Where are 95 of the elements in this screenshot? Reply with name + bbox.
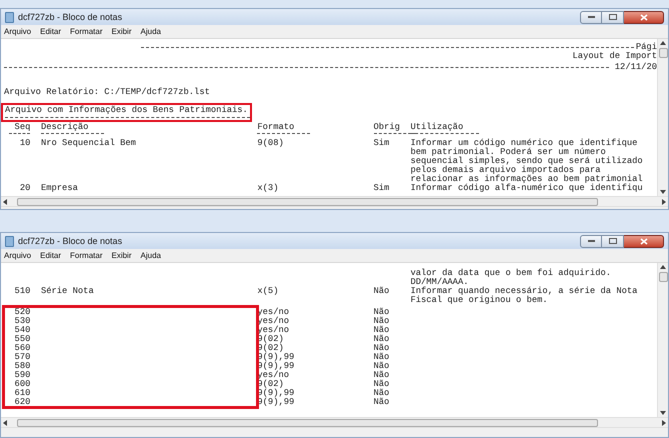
seq-cell: 510 <box>14 286 30 296</box>
close-button[interactable] <box>624 234 664 248</box>
seq-cell: 530 <box>14 316 30 326</box>
right-arrow-icon[interactable] <box>662 198 666 204</box>
maximize-button[interactable] <box>602 10 624 24</box>
required-cell: Não <box>374 286 390 296</box>
description-header: Descrição <box>40 123 104 134</box>
usage-text: Fiscal que originou o bem. <box>410 296 549 305</box>
notepad-icon <box>5 12 14 22</box>
format-cell: yes/no <box>257 307 290 317</box>
seq-cell: 570 <box>14 352 30 362</box>
close-icon[interactable] <box>640 238 648 244</box>
seq-cell: 560 <box>14 343 30 353</box>
description-cell: Nro Sequencial Bem <box>40 138 136 148</box>
window-title: dcf727zb - Bloco de notas <box>18 12 122 22</box>
menu-item[interactable]: Exibir <box>111 252 132 260</box>
usage-text: DD/MM/AAAA. <box>410 278 469 287</box>
menu-item[interactable]: Formatar <box>70 252 102 260</box>
notepad-icon <box>5 236 14 246</box>
report-title: Layout de Import <box>572 52 657 62</box>
usage-header: Utilização <box>410 123 480 134</box>
format-cell: 9(9),99 <box>257 388 294 398</box>
menu-item[interactable]: Ajuda <box>140 28 161 36</box>
format-cell: 9(9),99 <box>257 361 294 371</box>
menu-item[interactable]: Arquivo <box>4 28 32 36</box>
menu-item[interactable]: Editar <box>40 252 62 260</box>
menu-item[interactable]: Formatar <box>70 28 102 36</box>
required-cell: Não <box>374 316 390 326</box>
seq-cell: 620 <box>14 397 30 407</box>
vertical-scrollbar[interactable] <box>657 263 668 417</box>
seq-cell: 550 <box>14 334 30 344</box>
menu-item[interactable]: Exibir <box>111 28 132 36</box>
seq-cell: 540 <box>14 325 30 335</box>
close-button[interactable] <box>624 10 664 24</box>
menu-item[interactable]: Editar <box>40 28 62 36</box>
required-cell: Não <box>374 334 390 344</box>
close-icon[interactable] <box>640 14 648 20</box>
required-cell: Sim <box>374 138 390 148</box>
required-cell: Não <box>374 388 390 398</box>
report-file-path: Arquivo Relatório: C:/TEMP/dcf727zb.lst <box>4 88 210 98</box>
required-cell: Não <box>374 343 390 353</box>
usage-text: pelos demais arquivo importados para <box>410 166 600 175</box>
horizontal-scrollbar[interactable] <box>1 196 668 207</box>
description-cell: Série Nota <box>40 286 94 296</box>
left-arrow-icon[interactable] <box>3 198 7 204</box>
seq-cell: 610 <box>14 388 30 398</box>
seq-cell: 600 <box>14 379 30 389</box>
note-text: Arquivo com Informações dos Bens Patrimoniais. <box>5 105 249 115</box>
format-cell: 9(08) <box>257 138 284 148</box>
menu-item[interactable]: Arquivo <box>4 252 32 260</box>
usage-text: valor da data que o bem foi adquirido. <box>410 269 612 278</box>
report-date: 12/11/20 <box>614 63 657 72</box>
required-cell: Não <box>374 370 390 380</box>
description-cell: Empresa <box>40 183 78 193</box>
minimize-button[interactable] <box>580 234 602 248</box>
required-cell: Não <box>374 352 390 362</box>
format-cell: x(5) <box>257 286 278 296</box>
menu-item[interactable]: Ajuda <box>140 252 161 260</box>
usage-text: relacionar as informações ao bem patrimonial <box>410 175 644 184</box>
seq-cell: 580 <box>14 361 30 371</box>
left-arrow-icon[interactable] <box>3 420 7 426</box>
required-cell: Não <box>374 361 390 371</box>
right-arrow-icon[interactable] <box>662 420 666 426</box>
format-cell: yes/no <box>257 370 290 380</box>
seq-cell: 20 <box>20 183 30 193</box>
horizontal-scrollbar[interactable] <box>1 417 668 428</box>
required-cell: Sim <box>374 183 390 193</box>
scroll-thumb[interactable] <box>17 198 598 206</box>
required-cell: Não <box>374 379 390 389</box>
seq-header: Seq <box>9 123 30 134</box>
format-cell: x(3) <box>257 183 278 193</box>
scroll-thumb[interactable] <box>658 48 668 58</box>
format-cell: yes/no <box>257 316 290 326</box>
format-cell: 9(9),99 <box>257 352 294 362</box>
required-cell: Não <box>374 397 390 407</box>
usage-text: Informar um código numérico que identifique <box>410 139 638 148</box>
scroll-thumb[interactable] <box>658 272 668 282</box>
maximize-button[interactable] <box>602 234 624 248</box>
format-header: Formato <box>257 123 310 134</box>
scroll-thumb[interactable] <box>17 418 598 426</box>
minimize-button[interactable] <box>580 10 602 24</box>
required-cell: Não <box>374 325 390 335</box>
usage-text: sequencial simples, sendo que será utilizado <box>410 157 644 166</box>
usage-text: bem patrimonial. Poderá ser um número <box>410 148 606 157</box>
vertical-scrollbar[interactable] <box>657 39 668 196</box>
seq-cell: 590 <box>14 370 30 380</box>
window-title: dcf727zb - Bloco de notas <box>18 236 122 246</box>
required-cell: Não <box>374 307 390 317</box>
seq-cell: 10 <box>20 138 30 148</box>
format-cell: yes/no <box>257 325 290 335</box>
usage-text: Informar quando necessário, a série da Nota <box>410 287 638 296</box>
seq-cell: 520 <box>14 307 30 317</box>
format-cell: 9(9),99 <box>257 397 294 407</box>
usage-text: Informar código alfa-numérico que identifiqu <box>410 184 644 193</box>
page-label: Pági <box>636 43 657 52</box>
